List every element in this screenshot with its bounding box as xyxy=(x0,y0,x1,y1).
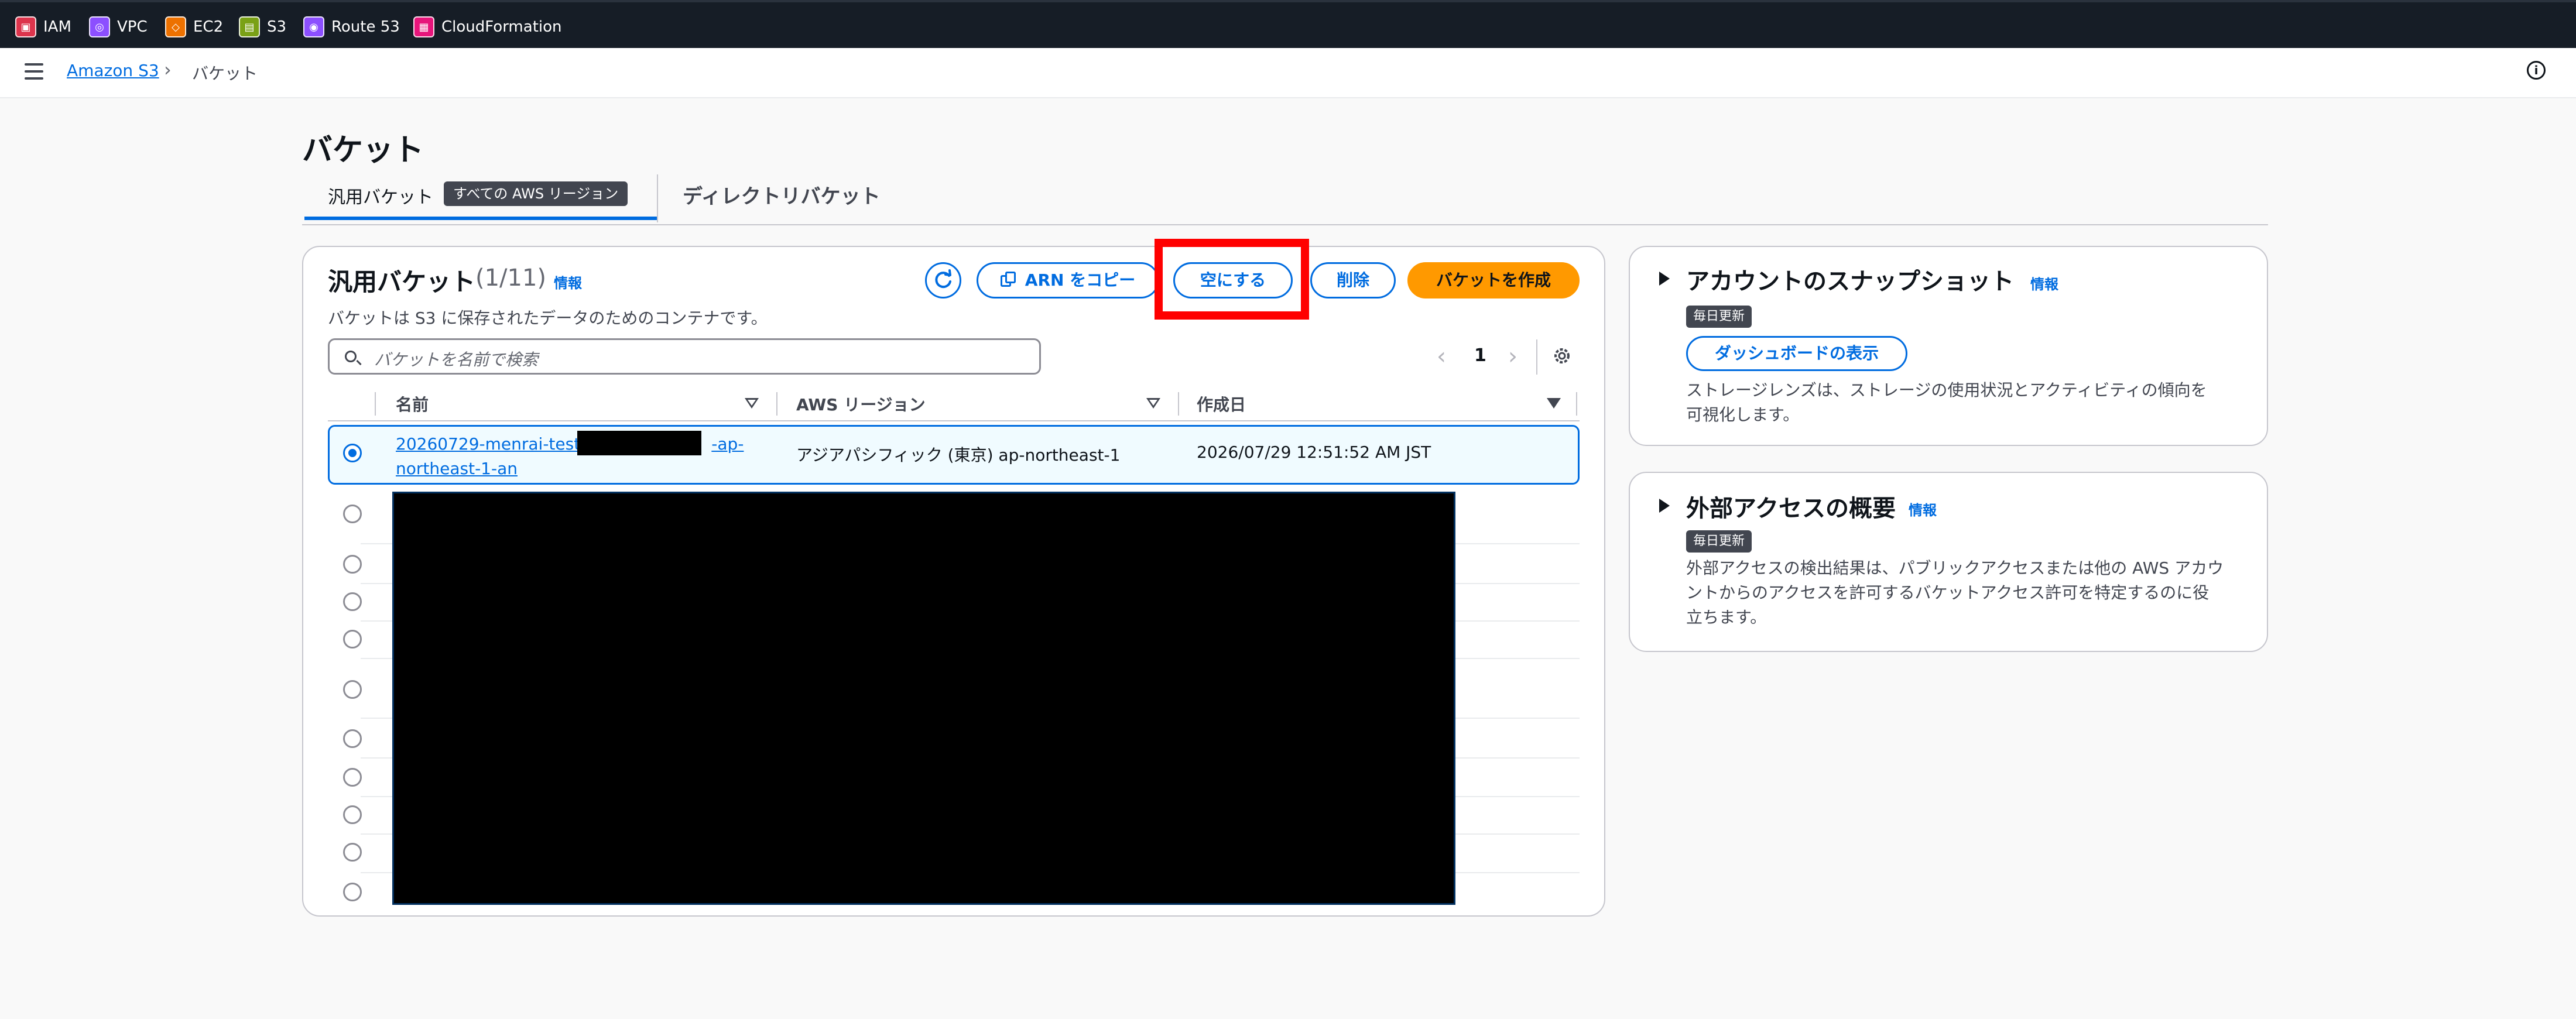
breadcrumb-current: バケット xyxy=(192,64,258,83)
description-line: ントからのアクセスを許可するバケットアクセス許可を特定するのに役 xyxy=(1686,583,2210,602)
snapshot-title: アカウントのスナップショット xyxy=(1686,268,2014,295)
bucket-created-date: 2026/07/29 12:51:52 AM JST xyxy=(1197,442,1431,462)
snapshot-description: ストレージレンズは、ストレージの使用状況とアクティビティの傾向を 可視化します。 xyxy=(1686,378,2207,427)
ec2-icon: ◇ xyxy=(165,16,186,37)
service-label: IAM xyxy=(43,18,71,36)
page-number[interactable]: 1 xyxy=(1474,345,1486,366)
service-label: CloudFormation xyxy=(441,18,562,36)
row-radio[interactable] xyxy=(343,630,362,649)
panel-title: 汎用バケット xyxy=(328,267,476,296)
breadcrumb-home-link[interactable]: Amazon S3 xyxy=(67,61,159,80)
search-placeholder: バケットを名前で検索 xyxy=(374,350,539,369)
row-radio[interactable] xyxy=(343,768,362,787)
panel-description: バケットは S3 に保存されたデータのためのコンテナです。 xyxy=(328,308,768,328)
create-bucket-button[interactable]: バケットを作成 xyxy=(1407,262,1580,299)
search-icon xyxy=(345,351,357,362)
service-link-iam[interactable]: ▣ IAM xyxy=(15,15,71,39)
service-link-vpc[interactable]: ◎ VPC xyxy=(89,15,148,39)
search-input[interactable]: バケットを名前で検索 xyxy=(328,338,1041,375)
redaction-block xyxy=(392,492,1455,905)
info-link[interactable]: 情報 xyxy=(554,272,582,292)
row-radio[interactable] xyxy=(343,592,362,611)
service-link-s3[interactable]: ▤ S3 xyxy=(239,15,286,39)
row-radio[interactable] xyxy=(343,729,362,748)
table-header-line xyxy=(328,420,1580,421)
tab-general-buckets[interactable]: 汎用バケット xyxy=(328,183,433,208)
description-line: 可視化します。 xyxy=(1686,405,1800,424)
row-radio[interactable] xyxy=(343,805,362,824)
all-regions-badge: すべての AWS リージョン xyxy=(444,181,628,206)
sort-icon[interactable] xyxy=(1146,398,1160,409)
tab-directory-buckets[interactable]: ディレクトリバケット xyxy=(683,180,881,209)
tabs-baseline xyxy=(302,224,2268,225)
info-link[interactable]: 情報 xyxy=(2030,273,2058,293)
iam-icon: ▣ xyxy=(15,16,36,37)
bucket-count: (1/11) xyxy=(475,265,547,291)
column-header-region[interactable]: AWS リージョン xyxy=(796,392,926,416)
highlight-box xyxy=(1155,239,1309,320)
sort-icon[interactable] xyxy=(745,398,759,409)
bucket-name-part: northeast-1-an xyxy=(396,459,518,478)
external-access-description: 外部アクセスの検出結果は、パブリックアクセスまたは他の AWS アカウ ントから… xyxy=(1686,556,2224,630)
description-line: 立ちます。 xyxy=(1686,608,1767,627)
sort-descending-icon[interactable] xyxy=(1547,398,1561,409)
settings-gear-icon[interactable] xyxy=(1551,345,1573,366)
chevron-right-icon: › xyxy=(164,59,172,81)
service-link-route53[interactable]: ◉ Route 53 xyxy=(303,15,400,39)
copy-arn-button[interactable]: ARN をコピー xyxy=(977,262,1159,299)
copy-arn-label: ARN をコピー xyxy=(1025,270,1136,290)
description-line: ストレージレンズは、ストレージの使用状況とアクティビティの傾向を xyxy=(1686,380,2207,400)
refresh-icon xyxy=(935,269,951,289)
column-header-created[interactable]: 作成日 xyxy=(1197,392,1246,416)
info-link[interactable]: 情報 xyxy=(1909,499,1937,519)
service-link-cloudformation[interactable]: ▦ CloudFormation xyxy=(413,15,562,39)
daily-update-badge: 毎日更新 xyxy=(1686,530,1752,553)
breadcrumb-bar: Amazon S3 › バケット i xyxy=(0,48,2576,98)
bucket-name-part: 20260729-menrai-test- xyxy=(396,434,587,454)
external-access-title: 外部アクセスの概要 xyxy=(1686,495,1896,522)
service-label: S3 xyxy=(267,18,287,36)
info-icon[interactable]: i xyxy=(2527,61,2546,80)
vpc-icon: ◎ xyxy=(89,16,110,37)
route53-icon: ◉ xyxy=(303,16,324,37)
tab-divider xyxy=(657,174,658,222)
service-label: VPC xyxy=(117,18,148,36)
row-radio-selected[interactable] xyxy=(343,444,362,462)
row-radio[interactable] xyxy=(343,680,362,699)
cloudformation-icon: ▦ xyxy=(413,16,434,37)
service-shortcut-bar: ▣ IAM ◎ VPC ◇ EC2 ▤ S3 ◉ Route 53 ▦ Clou… xyxy=(0,0,2576,48)
bucket-region: アジアパシフィック (東京) ap-northeast-1 xyxy=(796,445,1121,465)
s3-icon: ▤ xyxy=(239,16,260,37)
column-header-name[interactable]: 名前 xyxy=(396,392,429,416)
next-page-icon[interactable]: › xyxy=(1508,343,1517,370)
column-divider xyxy=(1576,392,1577,416)
row-radio[interactable] xyxy=(343,883,362,901)
bucket-name-part: -ap- xyxy=(711,434,744,454)
column-divider xyxy=(776,392,777,416)
row-radio[interactable] xyxy=(343,843,362,862)
copy-icon xyxy=(1000,272,1017,288)
daily-update-badge: 毎日更新 xyxy=(1686,306,1752,328)
menu-icon[interactable] xyxy=(25,63,43,80)
service-link-ec2[interactable]: ◇ EC2 xyxy=(165,15,223,39)
page-title: バケット xyxy=(302,133,424,168)
redaction-block xyxy=(577,431,701,455)
column-divider xyxy=(375,392,376,416)
previous-page-icon[interactable]: ‹ xyxy=(1437,343,1446,370)
refresh-button[interactable] xyxy=(925,262,961,299)
view-dashboard-button[interactable]: ダッシュボードの表示 xyxy=(1686,336,1907,371)
service-label: Route 53 xyxy=(331,18,400,36)
pager-divider xyxy=(1536,339,1537,375)
row-radio[interactable] xyxy=(343,505,362,523)
description-line: 外部アクセスの検出結果は、パブリックアクセスまたは他の AWS アカウ xyxy=(1686,558,2224,578)
delete-button[interactable]: 削除 xyxy=(1310,262,1396,299)
column-divider xyxy=(1178,392,1179,416)
expand-caret-icon[interactable] xyxy=(1659,272,1670,286)
row-radio[interactable] xyxy=(343,555,362,574)
service-label: EC2 xyxy=(193,18,224,36)
active-tab-indicator xyxy=(304,217,657,220)
expand-caret-icon[interactable] xyxy=(1659,499,1670,513)
